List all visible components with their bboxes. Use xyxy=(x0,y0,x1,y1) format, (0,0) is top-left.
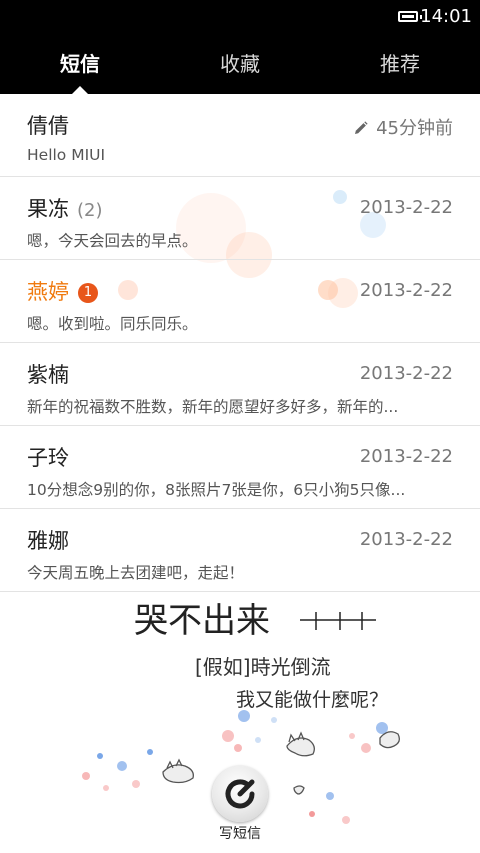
message-preview: 嗯，今天会回去的早点。 xyxy=(27,232,198,250)
compose-icon xyxy=(225,779,255,809)
conversation-date: 2013-2-22 xyxy=(359,363,453,384)
tab-recommended[interactable]: 推荐 xyxy=(320,36,480,94)
message-preview: Hello MIUI xyxy=(27,146,106,164)
wallpaper-line-3: 我又能做什麼呢？ xyxy=(236,689,388,711)
tab-bar: 短信 收藏 推荐 xyxy=(0,36,480,94)
conversation-list: 倩倩 45分钟前 Hello MIUI 果冻 (2) 2013-2-22 嗯，今天… xyxy=(0,94,480,592)
contact-name: 紫楠 xyxy=(27,363,69,387)
conversation-row[interactable]: 雅娜 2013-2-22 今天周五晚上去团建吧，走起！ xyxy=(0,509,480,592)
contact-name: 雅娜 xyxy=(27,529,69,553)
message-preview: 今天周五晚上去团建吧，走起！ xyxy=(27,564,245,582)
conversation-date: 2013-2-22 xyxy=(359,446,453,467)
message-preview: 10分想念9别的你，8张照片7张是你，6只小狗5只像... xyxy=(27,481,406,499)
contact-name-text: 果冻 xyxy=(27,197,69,221)
conversation-date: 2013-2-22 xyxy=(359,280,453,301)
compose-button[interactable] xyxy=(212,766,268,822)
conversation-row[interactable]: 倩倩 45分钟前 Hello MIUI xyxy=(0,94,480,177)
tab-favorites[interactable]: 收藏 xyxy=(160,36,320,94)
contact-name: 果冻 (2) xyxy=(27,193,103,223)
status-time: 14:01 xyxy=(420,6,472,27)
active-tab-pointer xyxy=(72,86,88,94)
status-bar: 14:01 xyxy=(0,0,480,36)
pencil-icon xyxy=(355,121,368,134)
unread-badge: 1 xyxy=(78,283,98,303)
contact-name-text: 燕婷 xyxy=(27,280,69,304)
conversation-row[interactable]: 果冻 (2) 2013-2-22 嗯，今天会回去的早点。 xyxy=(0,177,480,260)
contact-name: 燕婷 1 xyxy=(27,276,98,306)
message-count: (2) xyxy=(77,200,103,221)
contact-name: 倩倩 xyxy=(27,114,69,138)
conversation-row[interactable]: 燕婷 1 2013-2-22 嗯。收到啦。同乐同乐。 xyxy=(0,260,480,343)
battery-icon xyxy=(398,11,418,22)
contact-name: 子玲 xyxy=(27,446,69,470)
conversation-date: 45分钟前 xyxy=(354,114,453,140)
draft-time: 45分钟前 xyxy=(376,118,453,139)
wallpaper-line-1: 哭不出来 xyxy=(134,601,270,641)
compose-label: 写短信 xyxy=(219,826,261,842)
message-preview: 嗯。收到啦。同乐同乐。 xyxy=(27,315,198,333)
message-preview: 新年的祝福数不胜数，新年的愿望好多好多，新年的... xyxy=(27,398,399,416)
wallpaper-line-2: [假如]時光倒流 xyxy=(195,655,331,679)
conversation-date: 2013-2-22 xyxy=(359,197,453,218)
conversation-row[interactable]: 子玲 2013-2-22 10分想念9别的你，8张照片7张是你，6只小狗5只像.… xyxy=(0,426,480,509)
conversation-date: 2013-2-22 xyxy=(359,529,453,550)
conversation-row[interactable]: 紫楠 2013-2-22 新年的祝福数不胜数，新年的愿望好多好多，新年的... xyxy=(0,343,480,426)
